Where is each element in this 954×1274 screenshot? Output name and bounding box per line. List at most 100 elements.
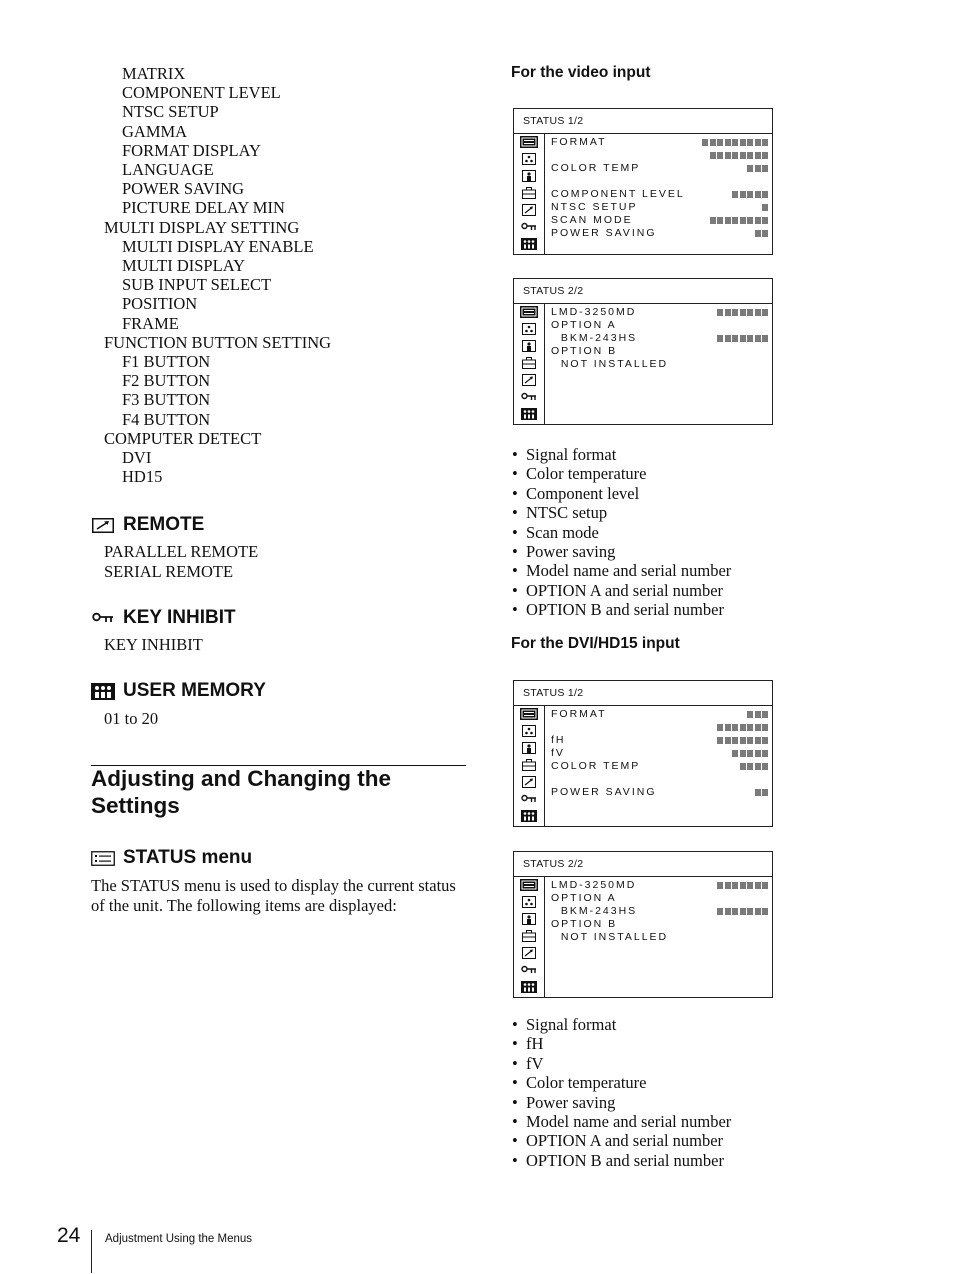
- menu-tree-item: MULTI DISPLAY: [122, 256, 246, 276]
- value-block: [762, 309, 768, 316]
- value-block: [724, 882, 731, 889]
- menu-tree-item: MATRIX: [122, 64, 186, 83]
- color-icon: [519, 323, 539, 336]
- value-block: [762, 139, 768, 146]
- status-menu-heading: STATUS menu: [91, 847, 252, 869]
- dvi-input-heading: For the DVI/HD15 input: [511, 635, 680, 652]
- value-block: [739, 908, 746, 915]
- key-inhibit-item: KEY INHIBIT: [104, 635, 203, 654]
- osd-status-row: [551, 175, 768, 188]
- remote-items: PARALLEL REMOTE SERIAL REMOTE: [104, 542, 258, 581]
- osd-screen-title: STATUS 2/2: [514, 852, 772, 877]
- value-block: [732, 152, 738, 159]
- bullet-marker: •: [512, 1112, 518, 1132]
- osd-row-label: OPTION A: [551, 892, 617, 904]
- value-block: [732, 309, 738, 316]
- menu-tree-item: F4 BUTTON: [122, 409, 211, 429]
- menu-tree-item: HD15: [122, 467, 163, 487]
- osd-row-label: LMD-3250MD: [551, 879, 637, 891]
- menu-tree-item: PICTURE DELAY MIN: [122, 198, 285, 218]
- osd-row-label: LMD-3250MD: [551, 306, 637, 318]
- value-block: [709, 217, 716, 224]
- osd-status-row: OPTION B: [551, 918, 768, 931]
- value-block: [754, 217, 761, 224]
- value-block: [747, 335, 753, 342]
- osd-row-value-placeholder: [709, 152, 768, 159]
- value-block: [762, 152, 768, 159]
- value-block: [739, 309, 746, 316]
- osd-row-label: COLOR TEMP: [551, 162, 641, 174]
- menu-tree-item: FRAME: [122, 313, 179, 333]
- section-title: Adjusting and Changing the Settings: [91, 766, 391, 818]
- value-block: [754, 908, 761, 915]
- osd-screen-title: STATUS 1/2: [514, 109, 772, 134]
- osd-screen-body: LMD-3250MD OPTION A BKM-243HS OPTION B NOT…: [514, 877, 772, 997]
- osd-row-value-placeholder: [747, 711, 768, 718]
- value-block: [762, 230, 768, 237]
- bullet-item: • Model name and serial number: [512, 1112, 731, 1131]
- menu-tree-group: MULTI DISPLAY SETTING: [104, 217, 300, 237]
- value-block: [762, 724, 768, 731]
- value-block: [732, 217, 738, 224]
- value-block: [754, 230, 761, 237]
- osd-status-row: LMD-3250MD: [551, 879, 768, 892]
- osd-status-rows: FORMAT COLOR TEMP COMPONENT LEVEL NTSC SETU…: [545, 134, 772, 254]
- bullet-text: Model name and serial number: [526, 1112, 732, 1132]
- value-block: [754, 789, 761, 796]
- value-block: [747, 309, 753, 316]
- osd-status-row: COLOR TEMP: [551, 760, 768, 773]
- value-block: [747, 763, 753, 770]
- osd-status-row: fV: [551, 747, 768, 760]
- menu-tree-item: LANGUAGE: [122, 160, 214, 180]
- osd-status-row: NTSC SETUP: [551, 201, 768, 214]
- osd-row-label: POWER SAVING: [551, 227, 657, 239]
- remote-item: SERIAL REMOTE: [104, 561, 234, 581]
- osd-row-value-placeholder: [717, 724, 768, 731]
- menu-tree-item: GAMMA: [122, 121, 188, 141]
- value-block: [739, 139, 746, 146]
- osd-row-label: OPTION B: [551, 345, 618, 357]
- value-block: [747, 724, 753, 731]
- bullet-marker: •: [512, 1131, 518, 1151]
- value-block: [724, 335, 731, 342]
- osd-status-row: FORMAT: [551, 136, 768, 149]
- value-block: [739, 763, 746, 770]
- osd-status-row: OPTION A: [551, 892, 768, 905]
- user-memory-icon: [519, 407, 539, 420]
- osd-status-row: NOT INSTALLED: [551, 931, 768, 944]
- bullet-marker: •: [512, 522, 518, 542]
- user-memory-icon: [91, 682, 115, 700]
- osd-status-row: BKM-243HS: [551, 332, 768, 345]
- toolbox-icon: [519, 930, 539, 943]
- value-block: [754, 763, 761, 770]
- user-memory-range: 01 to 20: [104, 709, 159, 728]
- value-block: [717, 309, 723, 316]
- value-block: [762, 191, 768, 198]
- key-inhibit-items: KEY INHIBIT: [104, 635, 203, 655]
- bullet-text: fV: [526, 1053, 544, 1073]
- value-block: [709, 139, 716, 146]
- remote-arrow-icon: [519, 946, 539, 959]
- osd-row-value-placeholder: [732, 191, 768, 198]
- bullet-item: • Power saving: [512, 542, 731, 561]
- footer-divider: [91, 1230, 92, 1273]
- remote-arrow-icon: [91, 517, 115, 533]
- menu-tree-item: F1 BUTTON: [122, 352, 211, 372]
- value-block: [732, 191, 738, 198]
- osd-row-value-placeholder: [709, 217, 768, 224]
- bullet-marker: •: [512, 561, 518, 581]
- value-block: [762, 217, 768, 224]
- value-block: [739, 191, 746, 198]
- value-block: [762, 750, 768, 757]
- user-memory-icon: [519, 809, 539, 822]
- menu-tree-item: NTSC SETUP: [122, 102, 219, 122]
- value-block: [732, 737, 738, 744]
- osd-row-value-placeholder: [717, 737, 768, 744]
- osd-row-label: NOT INSTALLED: [551, 358, 669, 370]
- value-block: [739, 737, 746, 744]
- value-block: [732, 908, 738, 915]
- value-block: [724, 737, 731, 744]
- value-block: [717, 335, 723, 342]
- value-block: [739, 724, 746, 731]
- osd-row-label: COMPONENT LEVEL: [551, 188, 685, 200]
